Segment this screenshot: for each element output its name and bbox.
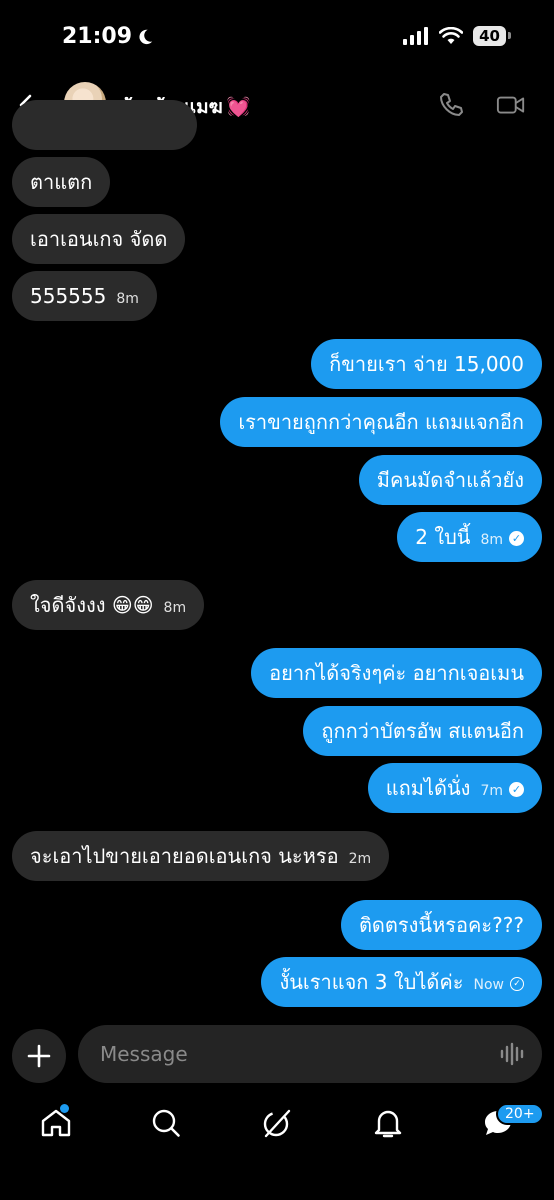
home-notification-dot [60, 1104, 69, 1113]
voice-message-icon[interactable] [500, 1042, 526, 1066]
read-check-icon: ✓ [509, 782, 524, 797]
message-bubble-outgoing[interactable]: เราขายถูกกว่าคุณอีก แถมแจกอีก [220, 397, 542, 447]
partial-message-bubble [12, 100, 197, 150]
heart-emoji: 💓 [226, 96, 251, 118]
message-bubble-outgoing[interactable]: ก็ขายเรา จ่าย 15,000 [311, 339, 542, 389]
notifications-bell-icon[interactable] [371, 1106, 405, 1140]
message-time: Now [473, 977, 505, 993]
status-time: 21:09 [62, 24, 154, 49]
plus-icon [27, 1044, 51, 1068]
status-indicators: 40 [403, 26, 511, 46]
message-bubble-outgoing[interactable]: งั้นเราแจก 3 ใบได้ค่ะ Now ✓ [261, 957, 542, 1007]
grok-icon[interactable] [260, 1106, 294, 1140]
message-bubble-outgoing[interactable]: แถมได้นั่ง 7m ✓ [367, 763, 542, 813]
search-icon[interactable] [149, 1106, 183, 1140]
sent-check-icon: ✓ [510, 976, 524, 991]
message-time: 8m [480, 532, 503, 548]
messages-badge: 20+ [496, 1103, 544, 1125]
message-bubble-outgoing[interactable]: อยากได้จริงๆค่ะ อยากเจอเมน [251, 648, 542, 698]
message-time: 8m [163, 600, 187, 616]
battery-indicator: 40 [473, 26, 511, 46]
message-time: 7m [480, 783, 503, 799]
message-time: 8m [116, 291, 139, 307]
moon-icon [139, 29, 153, 44]
message-bubble-incoming[interactable]: เอาเอนเกจ จัดด [12, 214, 186, 264]
message-input[interactable] [98, 1041, 482, 1067]
add-attachment-button[interactable] [12, 1029, 66, 1083]
message-time: 2m [348, 851, 372, 867]
message-bubble-incoming[interactable]: ตาแตก [12, 157, 111, 207]
message-bubble-outgoing[interactable]: ถูกกว่าบัตรอัพ สแตนอีก [303, 706, 542, 756]
message-bubble-incoming[interactable]: ใจดีจังงง 😁😁 8m [12, 580, 205, 630]
cellular-signal-icon [403, 27, 429, 45]
message-bubble-outgoing[interactable]: มีคนมัดจำแล้วยัง [358, 455, 542, 505]
message-bubble-incoming[interactable]: 555555 8m [12, 271, 157, 321]
message-composer [78, 1025, 542, 1083]
wifi-icon [439, 27, 464, 44]
video-call-icon[interactable] [496, 90, 526, 120]
read-check-icon: ✓ [509, 531, 524, 546]
phone-call-icon[interactable] [436, 90, 466, 120]
message-bubble-outgoing[interactable]: 2 ใบนี้ 8m ✓ [397, 512, 542, 562]
message-bubble-incoming[interactable]: จะเอาไปขายเอายอดเอนเกจ นะหรอ 2m [12, 831, 390, 881]
message-bubble-outgoing[interactable]: ติดตรงนี้หรอคะ??? [340, 900, 542, 950]
